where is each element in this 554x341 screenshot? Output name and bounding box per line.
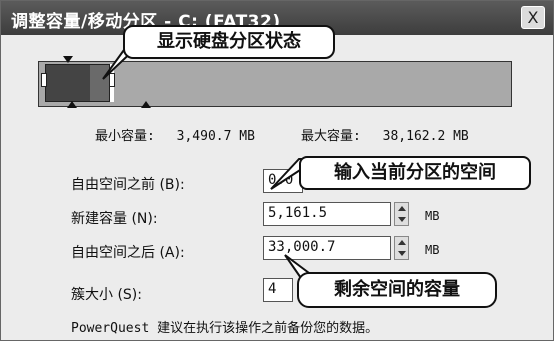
callout-current-partition: 输入当前分区的空间 — [299, 156, 531, 190]
cluster-size-label: 簇大小 (S): — [71, 287, 142, 303]
callout-disk-status: 显示硬盘分区状态 — [123, 25, 335, 59]
max-size-row: 最大容量: 38,162.2 MB — [301, 125, 469, 144]
new-size-unit: MB — [425, 209, 440, 223]
new-size-label: 新建容量 (N): — [71, 211, 158, 227]
stepper-up-icon[interactable] — [398, 240, 406, 245]
max-size-label: 最大容量: — [301, 129, 361, 144]
max-size-value: 38,162.2 MB — [382, 129, 469, 144]
partition-min-marker-icon — [67, 101, 77, 108]
min-size-row: 最小容量: 3,490.7 MB — [95, 125, 255, 144]
stepper-down-icon[interactable] — [398, 217, 406, 222]
partition-start-marker-icon — [63, 56, 73, 63]
callout-remaining-space: 剩余空间的容量 — [297, 272, 497, 308]
backup-warning: PowerQuest 建议在执行该操作之前备份您的数据。 — [71, 321, 379, 336]
left-resize-handle[interactable] — [41, 73, 47, 87]
free-space-after-label: 自由空间之后 (A): — [71, 245, 185, 261]
close-button[interactable]: X — [521, 6, 545, 29]
stepper-up-icon[interactable] — [398, 206, 406, 211]
min-size-value: 3,490.7 MB — [176, 129, 255, 144]
min-size-label: 最小容量: — [95, 129, 155, 144]
free-space-after-stepper[interactable] — [394, 236, 409, 260]
new-size-input[interactable]: 5,161.5 — [263, 202, 391, 226]
stepper-down-icon[interactable] — [398, 251, 406, 256]
free-space-before-label: 自由空间之前 (B): — [71, 177, 185, 193]
free-space-after-unit: MB — [425, 243, 440, 257]
partition-end-marker-icon — [141, 101, 151, 108]
resize-move-partition-dialog: 调整容量/移动分区 - C: (FAT32) X 最小容量: 3,490.7 M… — [0, 0, 554, 341]
new-size-stepper[interactable] — [394, 202, 409, 226]
